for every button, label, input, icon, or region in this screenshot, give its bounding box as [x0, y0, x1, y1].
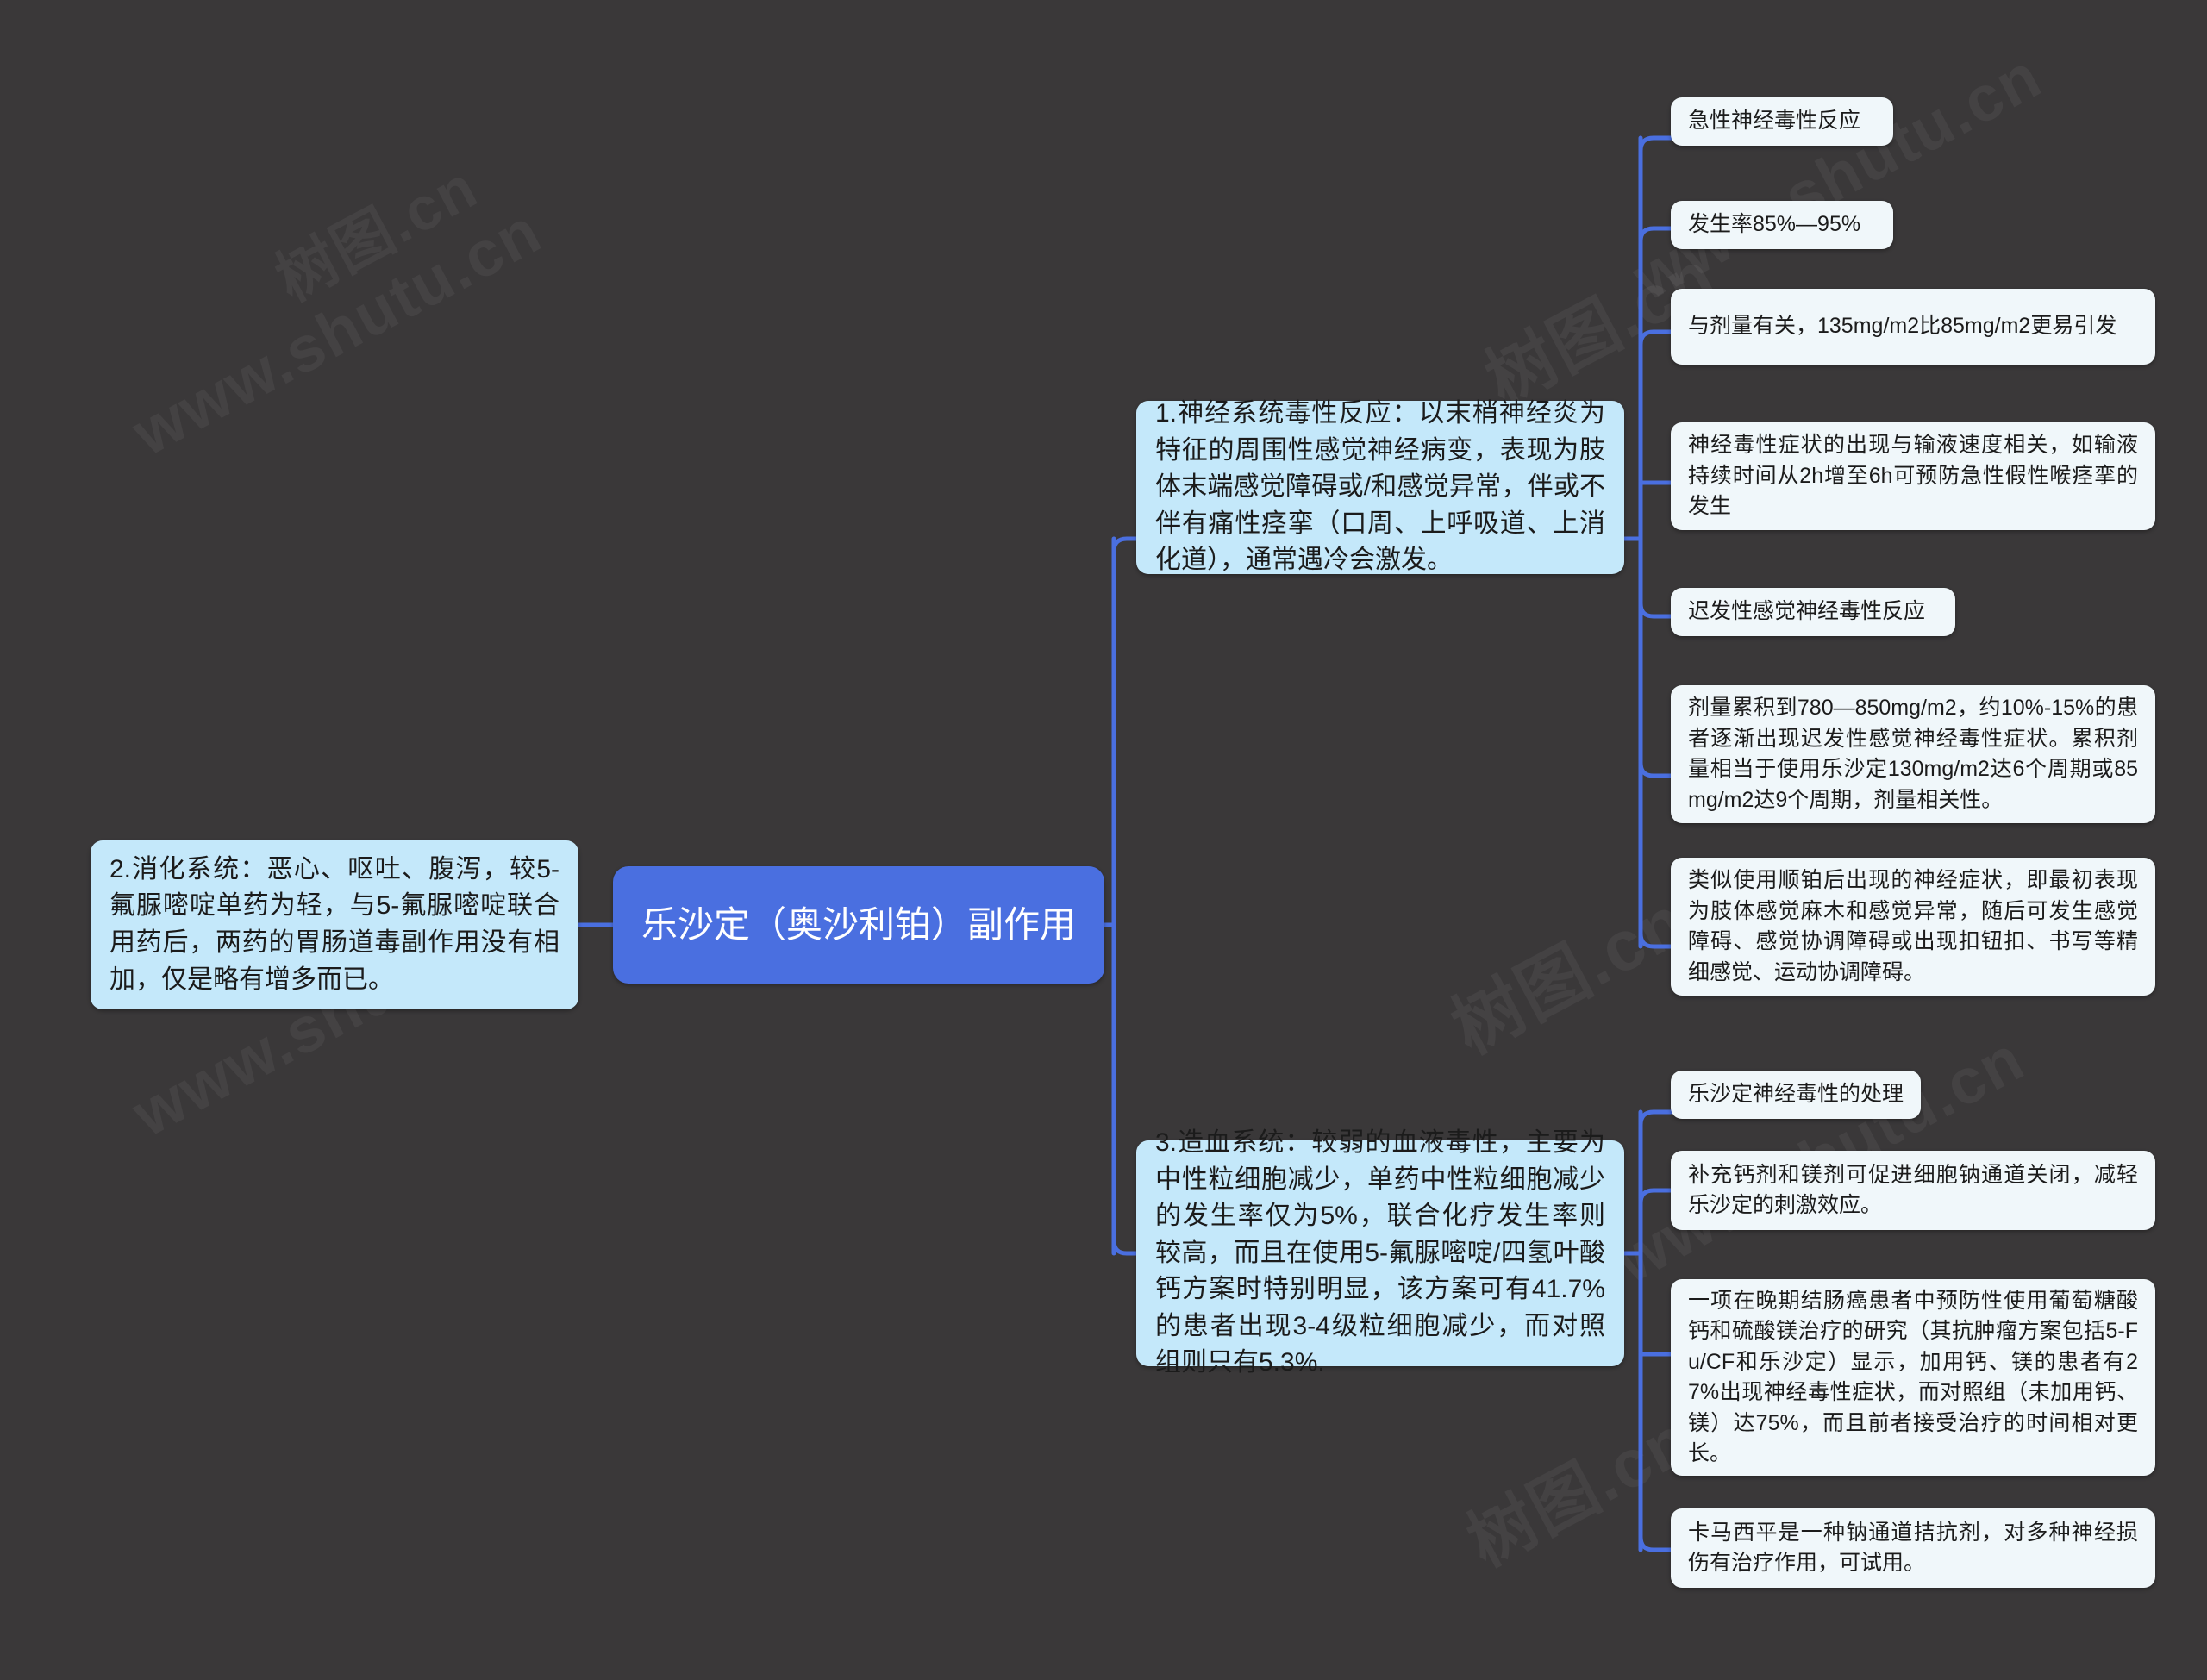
leaf-node-carbamazepine[interactable]: 卡马西平是一种钠通道拮抗剂，对多种神经损伤有治疗作用，可试用。	[1671, 1508, 2155, 1588]
link-leaf-cumulative	[1638, 760, 1673, 778]
root-node[interactable]: 乐沙定（奥沙利铂）副作用	[613, 866, 1104, 984]
leaf-node-carbamazepine-label: 卡马西平是一种钠通道拮抗剂，对多种神经损伤有治疗作用，可试用。	[1688, 1520, 2138, 1576]
leaf-node-incidence-rate[interactable]: 发生率85%—95%	[1671, 201, 1893, 249]
link-leaf-management	[1638, 1109, 1673, 1127]
leaf-node-cisplatin-like[interactable]: 类似使用顺铂后出现的神经症状，即最初表现为肢体感觉麻木和感觉异常，随后可发生感觉…	[1671, 858, 2155, 996]
leaf-node-calcium-magnesium[interactable]: 补充钙剂和镁剂可促进细胞钠通道关闭，减轻乐沙定的刺激效应。	[1671, 1151, 2155, 1230]
leaf-node-neurotoxicity-management-label: 乐沙定神经毒性的处理	[1688, 1082, 1904, 1107]
link-leaf-cisplatin	[1638, 931, 1673, 949]
leaf-node-dose-related[interactable]: 与剂量有关，135mg/m2比85mg/m2更易引发	[1671, 289, 2155, 365]
branch-node-digestive-label: 2.消化系统：恶心、呕吐、腹泻，较5-氟脲嘧啶单药为轻，与5-氟脲嘧啶联合用药后…	[109, 854, 560, 994]
branch-node-nervous[interactable]: 1.神经系统毒性反应：以末梢神经炎为特征的周围性感觉神经病变，表现为肢体末端感觉…	[1136, 399, 1624, 574]
link-leaf-delayed	[1638, 601, 1673, 619]
leaf-node-dose-related-label: 与剂量有关，135mg/m2比85mg/m2更易引发	[1688, 314, 2117, 339]
branch-node-digestive[interactable]: 2.消化系统：恶心、呕吐、腹泻，较5-氟脲嘧啶单药为轻，与5-氟脲嘧啶联合用药后…	[91, 840, 578, 1009]
leaf-node-infusion-speed-label: 神经毒性症状的出现与输液速度相关，如输液持续时间从2h增至6h可预防急性假性喉痉…	[1688, 433, 2138, 519]
leaf-node-cisplatin-like-label: 类似使用顺铂后出现的神经症状，即最初表现为肢体感觉麻木和感觉异常，随后可发生感觉…	[1688, 868, 2138, 984]
link-spine-hematopoietic	[1111, 1238, 1139, 1256]
watermark-text: 树图.cn	[265, 153, 489, 314]
leaf-node-infusion-speed[interactable]: 神经毒性症状的出现与输液速度相关，如输液持续时间从2h增至6h可预防急性假性喉痉…	[1671, 422, 2155, 530]
link-leaf-carbamazepine	[1638, 1534, 1673, 1552]
leaf-node-calcium-magnesium-label: 补充钙剂和镁剂可促进细胞钠通道关闭，减轻乐沙定的刺激效应。	[1688, 1162, 2138, 1218]
leaf-node-delayed-sensory-label: 迟发性感觉神经毒性反应	[1688, 599, 1926, 624]
watermark-text: 树图.cn	[1455, 1401, 1704, 1581]
link-leaf-dose	[1638, 329, 1673, 347]
branch-node-hematopoietic[interactable]: 3.造血系统：较弱的血液毒性，主要为中性粒细胞减少，单药中性粒细胞减少的发生率仅…	[1136, 1128, 1624, 1377]
watermark-text: www.shutu.cn	[1621, 39, 2054, 315]
watermark-text: www.shutu.cn	[121, 194, 553, 470]
leaf-node-acute-neurotoxicity-label: 急性神经毒性反应	[1688, 109, 1861, 134]
link-leaf-incidence	[1638, 226, 1673, 244]
watermark-text: 树图.cn	[1440, 881, 1700, 1069]
link-spine-nervous	[1111, 536, 1139, 554]
link-leaf-calcium	[1638, 1188, 1673, 1206]
leaf-node-acute-neurotoxicity[interactable]: 急性神经毒性反应	[1671, 97, 1893, 146]
leaf-node-incidence-rate-label: 发生率85%—95%	[1688, 212, 1861, 237]
mindmap-canvas: www.shutu.cn 树图.cn www.shutu.cn 树图.cn www.sh…	[0, 0, 2207, 1680]
branch-node-nervous-label: 1.神经系统毒性反应：以末梢神经炎为特征的周围性感觉神经病变，表现为肢体末端感觉…	[1155, 399, 1605, 575]
leaf-node-cumulative-dose-label: 剂量累积到780—850mg/m2，约10%-15%的患者逐渐出现迟发性感觉神经…	[1688, 696, 2138, 812]
branch-node-hematopoietic-label: 3.造血系统：较弱的血液毒性，主要为中性粒细胞减少，单药中性粒细胞减少的发生率仅…	[1155, 1127, 1605, 1377]
leaf-node-cumulative-dose[interactable]: 剂量累积到780—850mg/m2，约10%-15%的患者逐渐出现迟发性感觉神经…	[1671, 685, 2155, 823]
root-node-label: 乐沙定（奥沙利铂）副作用	[641, 903, 1076, 945]
leaf-node-delayed-sensory[interactable]: 迟发性感觉神经毒性反应	[1671, 588, 1955, 636]
link-leaf-acute	[1638, 135, 1673, 153]
leaf-node-neurotoxicity-management[interactable]: 乐沙定神经毒性的处理	[1671, 1071, 1921, 1119]
leaf-node-colon-cancer-study-label: 一项在晚期结肠癌患者中预防性使用葡萄糖酸钙和硫酸镁治疗的研究（其抗肿瘤方案包括5…	[1688, 1288, 2138, 1466]
leaf-node-colon-cancer-study[interactable]: 一项在晚期结肠癌患者中预防性使用葡萄糖酸钙和硫酸镁治疗的研究（其抗肿瘤方案包括5…	[1671, 1279, 2155, 1476]
